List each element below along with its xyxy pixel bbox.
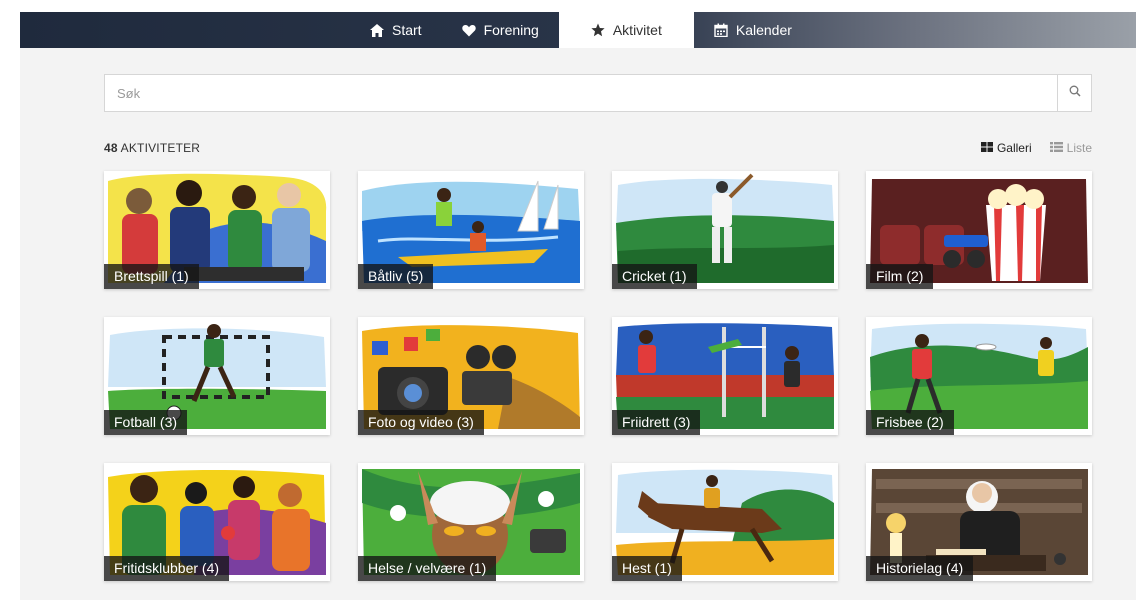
activity-card-brettspill[interactable]: Brettspill (1) bbox=[104, 171, 330, 289]
tab-kalender[interactable]: Kalender bbox=[694, 12, 812, 48]
gallery-view-button[interactable]: Galleri bbox=[980, 141, 1032, 155]
activity-card-film[interactable]: Film (2) bbox=[866, 171, 1092, 289]
activity-label: Friidrett (3) bbox=[612, 410, 701, 435]
activity-label: Helse / velvære (1) bbox=[358, 556, 497, 581]
search-icon bbox=[1069, 84, 1081, 102]
gallery-view-label: Galleri bbox=[996, 141, 1032, 155]
activity-card-helse-velvaere[interactable]: Helse / velvære (1) bbox=[358, 463, 584, 581]
activity-card-historielag[interactable]: Historielag (4) bbox=[866, 463, 1092, 581]
list-view-label: Liste bbox=[1066, 141, 1092, 155]
top-navigation-bar: Start Forening Aktivitet Kalender bbox=[20, 12, 1136, 48]
activity-card-hest[interactable]: Hest (1) bbox=[612, 463, 838, 581]
activity-label: Film (2) bbox=[866, 264, 934, 289]
activity-label: Historielag (4) bbox=[866, 556, 974, 581]
list-icon bbox=[1049, 141, 1063, 155]
activity-card-foto-og-video[interactable]: Foto og video (3) bbox=[358, 317, 584, 435]
search-bar bbox=[104, 74, 1092, 112]
activity-card-batliv[interactable]: Båtliv (5) bbox=[358, 171, 584, 289]
tab-start[interactable]: Start bbox=[350, 12, 442, 48]
list-view-button[interactable]: Liste bbox=[1049, 141, 1092, 155]
activity-label: Fritidsklubber (4) bbox=[104, 556, 230, 581]
tab-aktivitet[interactable]: Aktivitet bbox=[558, 12, 694, 48]
activity-card-frisbee[interactable]: Frisbee (2) bbox=[866, 317, 1092, 435]
star-icon bbox=[591, 23, 605, 37]
activity-label: Brettspill (1) bbox=[104, 264, 199, 289]
activity-label: Cricket (1) bbox=[612, 264, 697, 289]
tab-aktivitet-label: Aktivitet bbox=[612, 22, 662, 38]
activity-card-friidrett[interactable]: Friidrett (3) bbox=[612, 317, 838, 435]
activity-label: Frisbee (2) bbox=[866, 410, 954, 435]
activity-label: Fotball (3) bbox=[104, 410, 188, 435]
tab-forening[interactable]: Forening bbox=[442, 12, 559, 48]
tab-forening-label: Forening bbox=[483, 22, 539, 38]
activity-label: Båtliv (5) bbox=[358, 264, 434, 289]
search-button[interactable] bbox=[1057, 75, 1091, 111]
results-count-number: 48 bbox=[104, 141, 118, 155]
tab-start-label: Start bbox=[392, 22, 422, 38]
results-count: 48 AKTIVITETER bbox=[104, 141, 200, 155]
activity-label: Foto og video (3) bbox=[358, 410, 484, 435]
home-icon bbox=[370, 23, 384, 37]
activity-card-cricket[interactable]: Cricket (1) bbox=[612, 171, 838, 289]
activity-label: Hest (1) bbox=[612, 556, 682, 581]
main-content: 48 AKTIVITETER Galleri Liste bbox=[20, 48, 1136, 600]
activity-card-fotball[interactable]: Fotball (3) bbox=[104, 317, 330, 435]
grid-icon bbox=[980, 141, 993, 155]
calendar-icon bbox=[714, 23, 728, 37]
view-switcher: Galleri Liste bbox=[980, 141, 1092, 155]
main-nav: Start Forening Aktivitet Kalender bbox=[350, 12, 812, 48]
results-count-label: AKTIVITETER bbox=[120, 141, 201, 155]
heart-icon bbox=[461, 23, 476, 37]
activity-card-fritidsklubber[interactable]: Fritidsklubber (4) bbox=[104, 463, 330, 581]
search-input[interactable] bbox=[105, 75, 1057, 111]
tab-kalender-label: Kalender bbox=[735, 22, 792, 38]
